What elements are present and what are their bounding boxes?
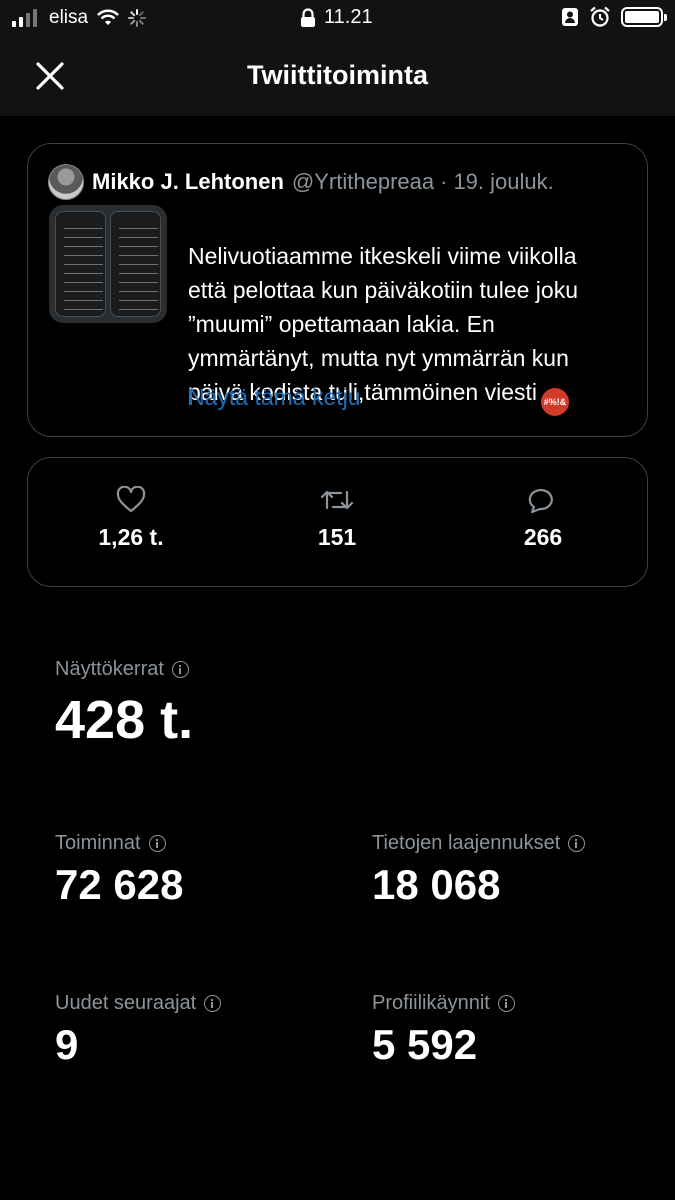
engagement-card: 1,26 t. 151 266: [27, 457, 648, 587]
tweet-date: 19. jouluk.: [453, 169, 554, 194]
wifi-icon: [97, 9, 119, 25]
status-center: 11.21: [300, 6, 373, 29]
detail-expands-label: Tietojen laajennukset: [372, 832, 561, 854]
detail-expands-metric: Tietojen laajennukset 18 068: [372, 832, 586, 909]
carrier-name: elisa: [49, 7, 89, 28]
engagements-value: 72 628: [55, 861, 184, 908]
retweets-stat[interactable]: 151: [257, 486, 417, 551]
profile-visits-label: Profiilikäynnit: [372, 992, 490, 1014]
info-icon[interactable]: [497, 995, 515, 1012]
engagements-metric: Toiminnat 72 628: [55, 832, 183, 909]
impressions-value: 428 t.: [55, 690, 194, 750]
replies-count: 266: [523, 524, 563, 550]
replies-stat[interactable]: 266: [463, 486, 623, 551]
loading-spinner-icon: [128, 9, 147, 27]
detail-expands-value: 18 068: [372, 861, 501, 908]
nav-bar: Twiittitoiminta: [0, 40, 675, 116]
screenshot-page-right: [110, 211, 161, 317]
signal-icon: [12, 9, 37, 27]
likes-stat[interactable]: 1,26 t.: [51, 486, 211, 551]
new-followers-label-row: Uudet seuraajat: [55, 992, 222, 1015]
new-followers-metric: Uudet seuraajat 9: [55, 992, 222, 1069]
profile-visits-metric: Profiilikäynnit 5 592: [372, 992, 515, 1069]
status-left: elisa: [12, 7, 147, 29]
clock-time: 11.21: [324, 6, 373, 28]
tweet-handle[interactable]: @Yrtithepreaa: [292, 169, 434, 195]
alarm-clock-icon: [590, 6, 610, 27]
info-icon[interactable]: [568, 835, 586, 852]
contact-card-icon: [562, 8, 578, 26]
status-bar: elisa 11.21: [0, 0, 675, 40]
lock-icon: [301, 7, 315, 27]
tweet-author[interactable]: Mikko J. Lehtonen: [92, 169, 284, 195]
impressions-label-row: Näyttökerrat: [55, 658, 193, 681]
info-icon[interactable]: [171, 661, 189, 678]
new-followers-value: 9: [55, 1021, 79, 1068]
page-title: Twiittitoiminta: [247, 60, 428, 90]
info-icon[interactable]: [204, 995, 222, 1012]
retweet-icon: [320, 490, 354, 510]
status-right: [561, 6, 667, 28]
info-icon[interactable]: [148, 835, 166, 852]
screenshot-page-left: [55, 211, 106, 317]
profile-visits-label-row: Profiilikäynnit: [372, 992, 515, 1015]
tweet-text: Nelivuotiaamme itkeskeli viime viikolla …: [188, 243, 578, 405]
new-followers-label: Uudet seuraajat: [55, 992, 197, 1014]
engagements-label-row: Toiminnat: [55, 832, 183, 855]
tweet-media-thumbnail[interactable]: [49, 205, 167, 323]
reply-bubble-icon: [528, 488, 553, 514]
avatar[interactable]: [48, 164, 84, 200]
top-area: elisa 11.21 Twiittitoiminta: [0, 0, 675, 116]
profile-visits-value: 5 592: [372, 1021, 478, 1068]
detail-expands-label-row: Tietojen laajennukset: [372, 832, 586, 855]
tweet-header: Mikko J. Lehtonen @Yrtithepreaa · 19. jo…: [48, 164, 554, 200]
show-thread-link[interactable]: Näytä tämä ketju: [188, 384, 361, 411]
likes-count: 1,26 t.: [98, 524, 164, 550]
engagements-label: Toiminnat: [55, 832, 141, 854]
impressions-metric: Näyttökerrat 428 t.: [55, 658, 193, 751]
impressions-label: Näyttökerrat: [55, 658, 164, 680]
heart-icon: [116, 486, 146, 513]
cursing-face-emoji-icon: #%!&: [541, 388, 569, 416]
separator-dot: ·: [440, 169, 448, 194]
retweets-count: 151: [317, 524, 357, 550]
battery-icon: [621, 7, 667, 27]
